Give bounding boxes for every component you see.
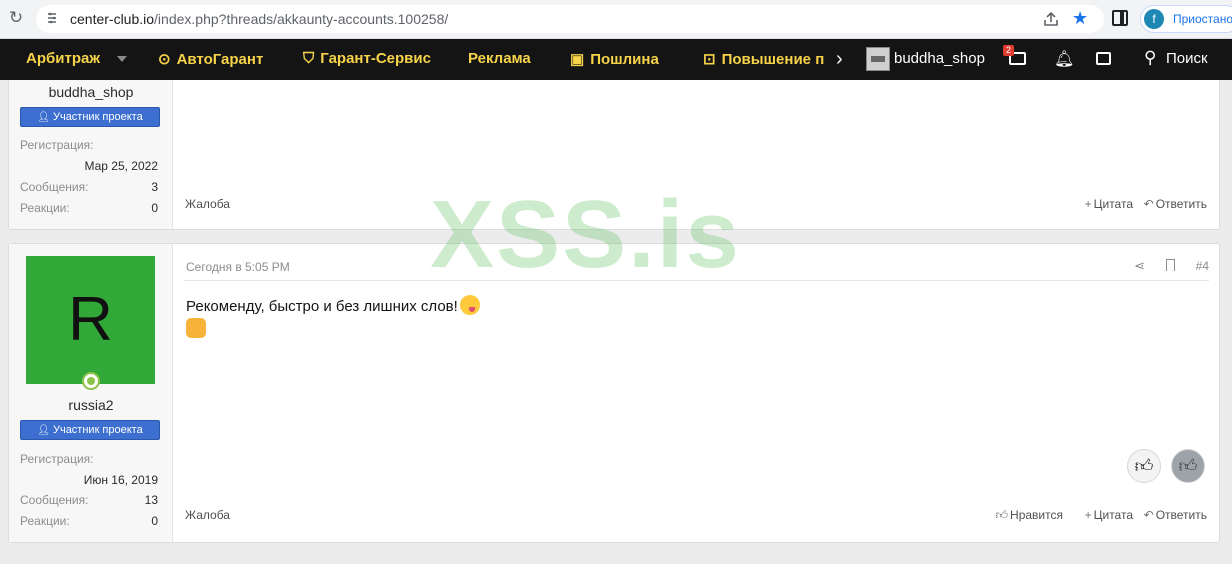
- profile-button[interactable]: f Приостано: [1140, 5, 1232, 33]
- reactions-value: 0: [151, 514, 158, 528]
- reg-value: Июн 16, 2019: [83, 473, 158, 487]
- msgs-value: 13: [144, 493, 158, 507]
- nav-label: АвтоГарант: [176, 51, 264, 68]
- reply-label: Ответить: [1155, 197, 1207, 211]
- report-link[interactable]: Жалоба: [185, 508, 230, 522]
- side-panel-icon[interactable]: [1112, 10, 1128, 26]
- nav-label: Арбитраж: [26, 50, 100, 67]
- forum-navbar: Арбитраж ⊙ АвтоГарант ⛉ Гарант-Сервис Рекл…: [0, 39, 1232, 80]
- nav-item-upgrade[interactable]: ⊡ Повышение п: [703, 50, 824, 68]
- like-reaction-button[interactable]: 👍︎: [1127, 449, 1161, 483]
- post-username[interactable]: buddha_shop: [9, 84, 173, 100]
- wallet-icon[interactable]: [1096, 52, 1111, 65]
- avatar[interactable]: R: [26, 256, 155, 384]
- post-user-cell: buddha_shop 👤︎ Участник проекта Регистрац…: [9, 80, 173, 229]
- post-user-cell: R russia2 👤︎ Участник проекта Регистрация…: [9, 244, 173, 542]
- reply-button[interactable]: ↶ Ответить: [1144, 197, 1207, 211]
- reactions-label: Реакции:: [20, 514, 70, 528]
- profile-avatar: f: [1144, 9, 1164, 29]
- reload-icon[interactable]: ↻: [6, 8, 26, 28]
- site-info-icon[interactable]: [46, 12, 58, 26]
- share-page-icon[interactable]: [1042, 10, 1060, 28]
- post-number[interactable]: #4: [1196, 259, 1209, 273]
- role-badge: 👤︎ Участник проекта: [20, 107, 160, 127]
- quote-button[interactable]: + Цитата: [1085, 197, 1133, 211]
- watermark: XSS.is: [430, 181, 741, 288]
- profile-status: Приостано: [1173, 12, 1232, 26]
- inbox-badge: 2: [1003, 45, 1014, 56]
- reg-value: Мар 25, 2022: [84, 159, 158, 173]
- banknote-icon: ▣: [570, 51, 585, 68]
- thumbs-up-icon: 👍︎: [995, 508, 1009, 522]
- message-text: Рекоменду, быстро и без лишних слов!: [186, 298, 458, 315]
- money-icon: ⊙: [158, 51, 171, 68]
- reply-label: Ответить: [1155, 508, 1207, 522]
- bookmark-icon[interactable]: [1166, 259, 1175, 271]
- bookmark-star-icon[interactable]: ★: [1072, 8, 1088, 29]
- nav-item-arbitrage[interactable]: Арбитраж: [26, 50, 100, 67]
- plus-icon: +: [1084, 508, 1092, 522]
- like-button[interactable]: 👍︎ Нравится: [996, 508, 1064, 523]
- nav-item-fee[interactable]: ▣ Пошлина: [570, 50, 659, 68]
- nav-username[interactable]: buddha_shop: [894, 50, 985, 67]
- thumbs-up-icon: 👍︎: [1134, 456, 1154, 476]
- msgs-label: Сообщения:: [20, 493, 89, 507]
- reactions-value: 0: [151, 201, 158, 215]
- wink-tongue-emoji-icon: [459, 295, 480, 315]
- nav-label: Реклама: [468, 50, 531, 67]
- alt-reaction-button[interactable]: 👍︎: [1171, 449, 1205, 483]
- chevron-right-icon[interactable]: ›: [836, 48, 843, 71]
- role-label: Участник проекта: [52, 111, 143, 123]
- nav-item-autogarant[interactable]: ⊙ АвтоГарант: [158, 50, 263, 68]
- quote-label: Цитата: [1093, 508, 1133, 522]
- reply-icon: ↶: [1143, 197, 1154, 211]
- role-badge: 👤︎ Участник проекта: [20, 420, 160, 440]
- msgs-value: 3: [151, 180, 158, 194]
- lock-icon: ⊡: [703, 51, 716, 68]
- fist-emoji-icon: [186, 318, 206, 338]
- user-icon: 👤︎: [37, 112, 50, 123]
- url-host: center-club.io: [70, 11, 155, 27]
- role-label: Участник проекта: [52, 424, 143, 436]
- nav-label: Повышение п: [721, 51, 825, 68]
- report-link[interactable]: Жалоба: [185, 197, 230, 211]
- reg-label: Регистрация:: [20, 452, 94, 466]
- message-body: Рекоменду, быстро и без лишних слов!: [186, 295, 480, 315]
- chevron-down-icon[interactable]: [117, 56, 127, 62]
- address-bar[interactable]: center-club.io/index.php?threads/akkaunt…: [36, 5, 1104, 33]
- bell-icon[interactable]: 🔔︎: [1054, 49, 1074, 69]
- reactions-label: Реакции:: [20, 201, 70, 215]
- url-path: /index.php?threads/akkaunty-accounts.100…: [154, 11, 449, 27]
- reg-label: Регистрация:: [20, 138, 94, 152]
- like-label: Нравится: [1010, 508, 1063, 522]
- nav-item-advertising[interactable]: Реклама: [468, 50, 531, 67]
- share-icon[interactable]: ⋖: [1134, 258, 1145, 274]
- search-icon[interactable]: ⚲: [1144, 48, 1156, 68]
- post-date[interactable]: Сегодня в 5:05 PM: [186, 260, 290, 274]
- thumbs-up-filled-icon: 👍︎: [1178, 456, 1198, 476]
- user-avatar[interactable]: [866, 47, 890, 71]
- quote-button[interactable]: + Цитата: [1085, 508, 1133, 522]
- online-status-icon: [82, 372, 100, 390]
- browser-toolbar: ↻ center-club.io/index.php?threads/akkau…: [0, 0, 1232, 39]
- post-username[interactable]: russia2: [9, 397, 173, 413]
- quote-label: Цитата: [1093, 197, 1133, 211]
- msgs-label: Сообщения:: [20, 180, 89, 194]
- search-label[interactable]: Поиск: [1166, 50, 1208, 67]
- url-text: center-club.io/index.php?threads/akkaunt…: [70, 11, 448, 27]
- shield-icon: ⛉: [303, 50, 315, 67]
- reply-icon: ↶: [1143, 508, 1154, 522]
- user-icon: 👤︎: [37, 425, 50, 436]
- nav-label: Пошлина: [590, 51, 659, 68]
- reply-button[interactable]: ↶ Ответить: [1144, 508, 1207, 522]
- nav-item-garant-service[interactable]: ⛉ Гарант-Сервис: [303, 50, 431, 67]
- nav-label: Гарант-Сервис: [320, 50, 431, 67]
- plus-icon: +: [1084, 197, 1092, 211]
